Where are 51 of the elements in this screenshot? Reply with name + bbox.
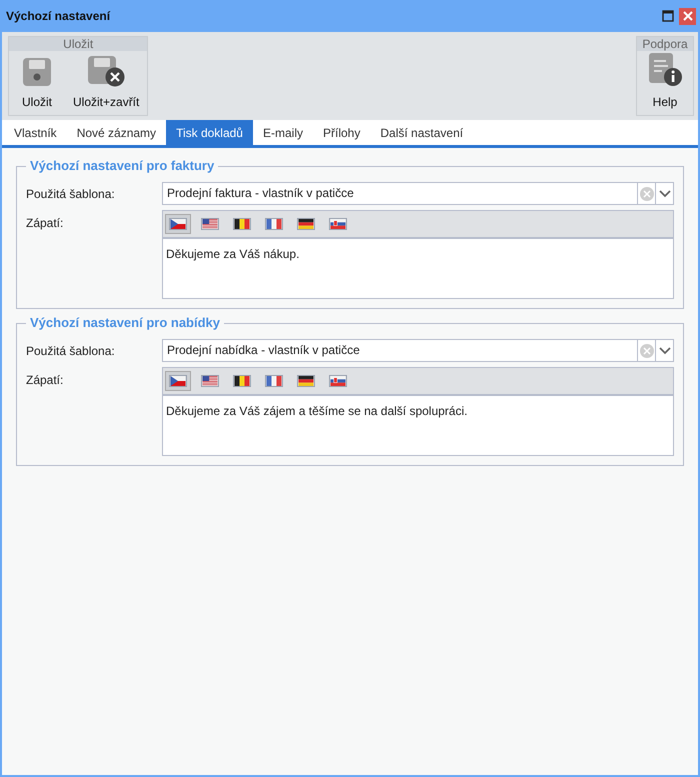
clear-icon xyxy=(640,344,654,358)
ribbon-group-title: Podpora xyxy=(637,37,693,51)
clear-icon xyxy=(640,186,654,200)
flag-icon xyxy=(265,218,283,230)
maximize-icon[interactable] xyxy=(662,10,674,22)
flag-icon xyxy=(297,375,315,387)
field-label: Použitá šablona: xyxy=(26,342,116,360)
dropdown-button[interactable] xyxy=(655,340,673,361)
section-title: Výchozí nastavení pro nabídky xyxy=(26,315,224,331)
flag-icon xyxy=(297,218,315,230)
flag-icon xyxy=(329,375,347,387)
flag-icon xyxy=(169,218,187,230)
ribbon-button[interactable]: Help xyxy=(637,51,693,115)
tab[interactable]: Tisk dokladů xyxy=(166,120,253,145)
footer-text-area[interactable]: Děkujeme za Váš nákup. xyxy=(163,239,673,298)
field-label: Zápatí: xyxy=(26,215,64,232)
tab[interactable]: E-maily xyxy=(252,120,313,145)
flag-icon xyxy=(329,218,347,230)
flag-icon xyxy=(169,375,187,387)
flag-icon xyxy=(233,218,251,230)
dropdown-value: Prodejní nabídka - vlastník v patičce xyxy=(166,342,361,359)
footer-text: Děkujeme za Váš zájem a těšíme se na další spolupráci. xyxy=(166,404,468,418)
close-button[interactable] xyxy=(679,8,696,24)
flag-icon xyxy=(201,218,219,230)
template-dropdown[interactable]: Prodejní nabídka - vlastník v patičce xyxy=(162,339,674,362)
dropdown-value: Prodejní faktura - vlastník v patičce xyxy=(166,185,355,202)
language-button[interactable] xyxy=(165,371,191,391)
field-label: Použitá šablona: xyxy=(26,186,116,202)
chevron-down-icon xyxy=(658,190,670,198)
ribbon-button[interactable]: Uložit+zavřít xyxy=(65,51,148,115)
dropdown-button[interactable] xyxy=(655,183,673,204)
flag-icon xyxy=(201,375,219,387)
window-title: Výchozí nastavení xyxy=(6,8,112,25)
ribbon-group-title: Uložit xyxy=(9,37,148,51)
flag-icon xyxy=(265,375,283,387)
template-dropdown[interactable]: Prodejní faktura - vlastník v patičce xyxy=(162,182,674,205)
tab[interactable]: Přílohy xyxy=(313,120,370,145)
close-icon xyxy=(682,11,692,21)
document-info-icon xyxy=(647,52,683,88)
floppy-disk-close-icon xyxy=(86,54,126,88)
footer-text-area[interactable]: Děkujeme za Váš zájem a těšíme se na další spolupráci. xyxy=(163,396,673,455)
ribbon-button[interactable]: Uložit xyxy=(9,51,65,115)
tab[interactable]: Nové záznamy xyxy=(66,120,166,145)
field-label: Zápatí: xyxy=(26,372,64,389)
tab[interactable]: Vlastník xyxy=(4,120,67,145)
footer-text: Děkujeme za Váš nákup. xyxy=(166,247,300,261)
section-title: Výchozí nastavení pro faktury xyxy=(26,158,218,174)
language-button[interactable] xyxy=(165,214,191,234)
chevron-down-icon xyxy=(658,346,670,354)
flag-icon xyxy=(233,375,251,387)
tab[interactable]: Další nastavení xyxy=(370,120,474,145)
